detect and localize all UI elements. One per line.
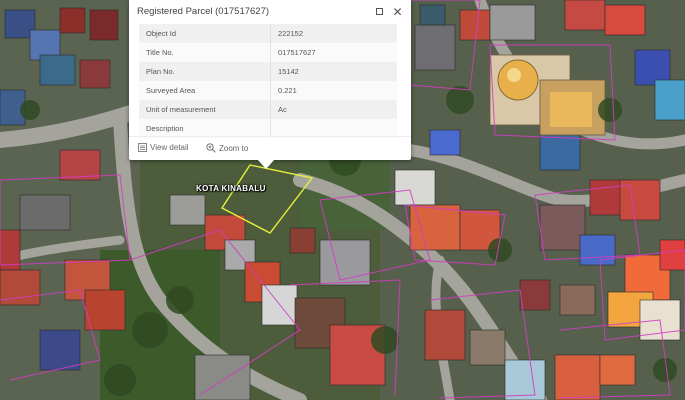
attribute-value: Ac	[270, 100, 397, 119]
attribute-value: 15142	[270, 62, 397, 81]
table-row: Surveyed Area 0.221	[139, 81, 397, 100]
attribute-value: 0.221	[270, 81, 397, 100]
attribute-key: Title No.	[139, 43, 271, 62]
close-icon: ✕	[392, 4, 403, 19]
popup-actions: View detail Zoom to	[129, 136, 411, 161]
view-detail-button[interactable]: View detail	[138, 143, 189, 152]
view-detail-label: View detail	[150, 143, 189, 152]
attribute-key: Unit of measurement	[139, 100, 271, 119]
attribute-value: 222152	[270, 24, 397, 43]
attribute-value: 017517627	[270, 43, 397, 62]
zoom-to-button[interactable]: Zoom to	[206, 143, 248, 153]
list-icon	[138, 143, 147, 152]
popup-header: Registered Parcel (017517627) ✕	[129, 0, 411, 24]
table-row: Plan No. 15142	[139, 62, 397, 81]
zoom-to-label: Zoom to	[219, 143, 249, 153]
attribute-table: Object Id 222152 Title No. 017517627 Pla…	[139, 24, 397, 138]
close-button[interactable]: ✕	[391, 5, 404, 18]
dock-icon	[376, 8, 383, 15]
attribute-key: Plan No.	[139, 62, 271, 81]
popup-pointer	[258, 160, 274, 169]
attribute-key: Object Id	[139, 24, 271, 43]
table-row: Title No. 017517627	[139, 43, 397, 62]
parcel-popup: Registered Parcel (017517627) ✕ Object I…	[129, 0, 411, 160]
dock-button[interactable]	[373, 5, 386, 18]
popup-title: Registered Parcel (017517627)	[137, 6, 270, 17]
table-row: Unit of measurement Ac	[139, 100, 397, 119]
place-label: KOTA KINABALU	[196, 184, 266, 193]
zoom-in-icon	[206, 143, 216, 153]
attribute-key: Surveyed Area	[139, 81, 271, 100]
table-row: Object Id 222152	[139, 24, 397, 43]
